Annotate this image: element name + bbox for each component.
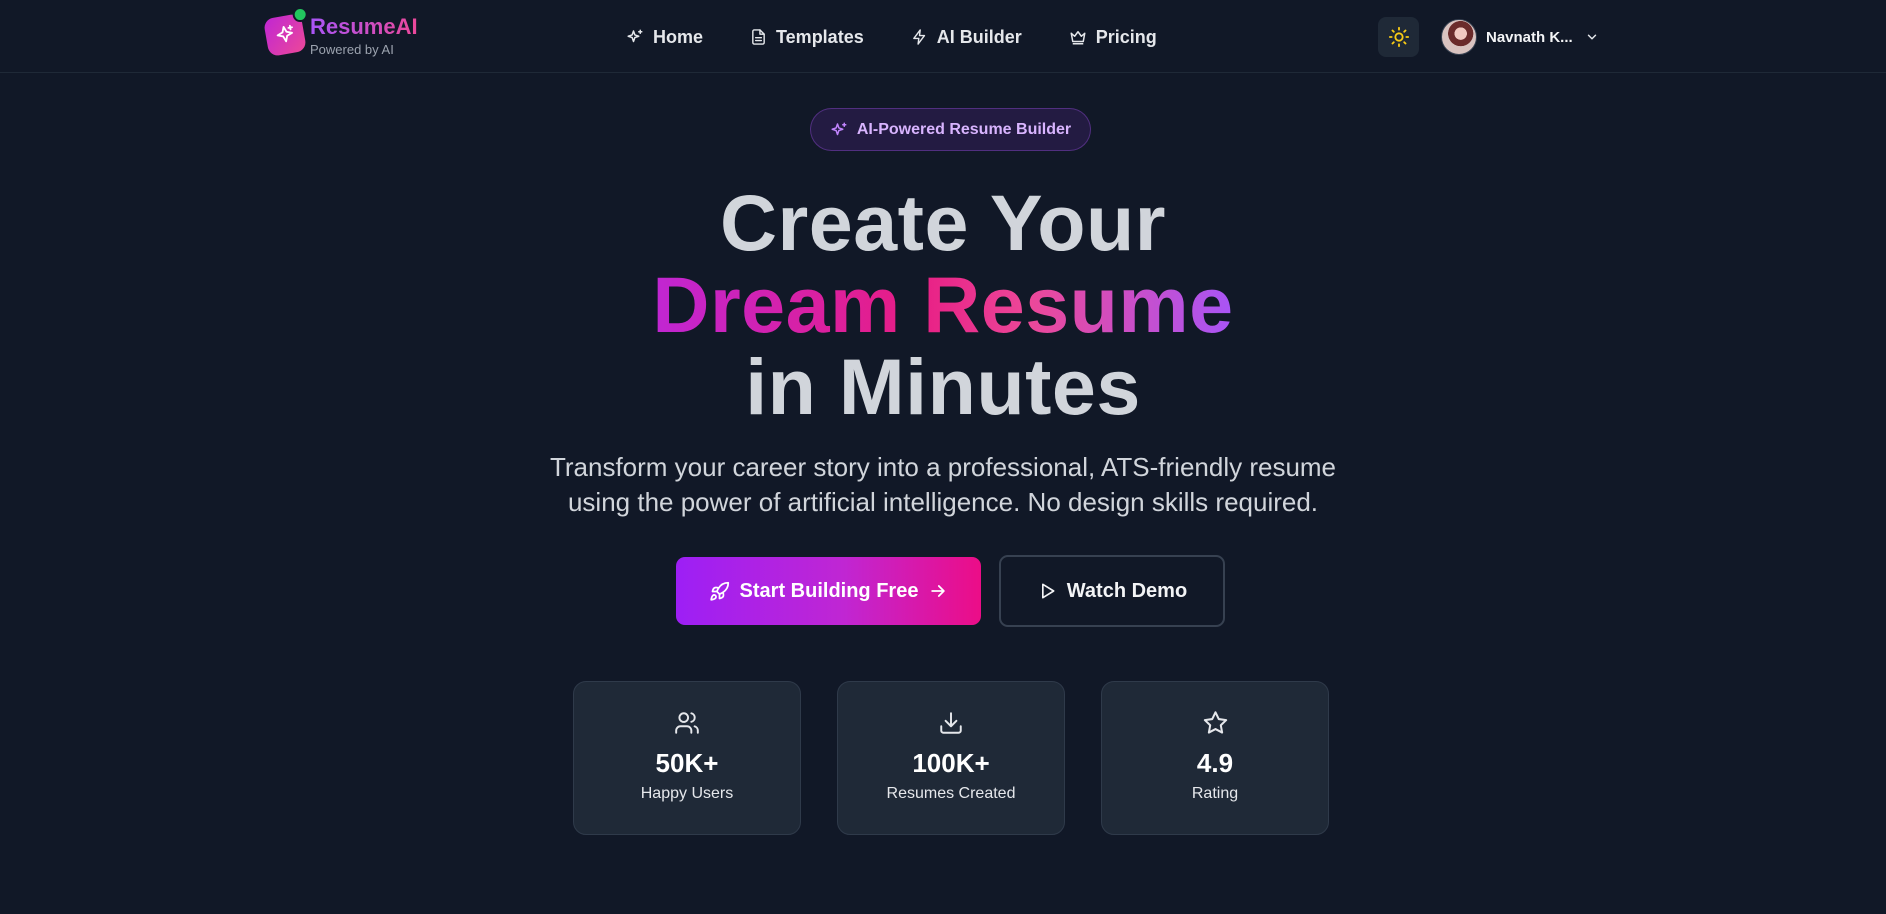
zap-icon	[912, 29, 925, 45]
stat-label: Rating	[1191, 785, 1239, 802]
crown-icon	[1070, 31, 1086, 45]
document-icon	[752, 29, 765, 45]
brand-logo-link[interactable]: ResumeAI Powered by AI	[262, 7, 418, 60]
nav-label-templates: Templates	[776, 26, 864, 47]
stat-label: Resumes Created	[886, 785, 1016, 802]
brand-name: ResumeAI	[310, 14, 418, 39]
rocket-icon	[709, 581, 729, 601]
stat-value: 50K+	[655, 748, 719, 778]
nav-label-pricing: Pricing	[1095, 26, 1157, 47]
nav-label-home: Home	[653, 26, 704, 47]
stat-card-users: 50K+ Happy Users	[573, 681, 801, 835]
sparkles-icon	[627, 29, 643, 43]
arrow-right-icon	[931, 585, 946, 597]
subtitle-line-1: Transform your career story into a profe…	[549, 452, 1337, 482]
online-status-dot	[292, 7, 308, 23]
star-icon	[1203, 711, 1227, 734]
brand-tagline: Powered by AI	[310, 42, 394, 57]
nav-item-pricing[interactable]: Pricing	[1055, 18, 1171, 56]
chevron-down-icon	[1587, 34, 1596, 40]
subtitle-line-2: using the power of artificial intelligen…	[567, 487, 1319, 517]
theme-toggle-button[interactable]	[1378, 17, 1419, 57]
avatar	[1441, 19, 1477, 55]
main-nav: Home Templates AI Builder Pricing	[612, 18, 1171, 56]
user-menu-button[interactable]: Navnath K...	[1441, 18, 1599, 56]
watch-demo-label: Watch Demo	[1066, 579, 1188, 602]
sun-icon	[1388, 26, 1409, 48]
users-icon	[675, 712, 699, 734]
start-building-label: Start Building Free	[739, 579, 919, 602]
sparkles-logo-icon	[262, 7, 308, 58]
watch-demo-button[interactable]: Watch Demo	[999, 555, 1225, 627]
nav-item-home[interactable]: Home	[612, 18, 717, 56]
hero-headline: Create Your Dream Resume in Minutes	[0, 182, 1886, 428]
headline-line-3: in Minutes	[745, 342, 1141, 431]
download-icon	[940, 712, 962, 734]
headline-line-2: Dream Resume	[652, 260, 1234, 349]
stat-label: Happy Users	[640, 785, 734, 802]
start-building-button[interactable]: Start Building Free	[676, 557, 981, 625]
stat-card-resumes: 100K+ Resumes Created	[837, 681, 1065, 835]
play-icon	[1041, 583, 1055, 599]
sparkles-icon	[831, 122, 847, 135]
hero-badge: AI-Powered Resume Builder	[810, 108, 1091, 151]
stat-value: 100K+	[912, 748, 990, 778]
nav-item-templates[interactable]: Templates	[736, 18, 878, 56]
headline-line-1: Create Your	[719, 178, 1167, 267]
nav-label-ai-builder: AI Builder	[936, 26, 1022, 47]
top-navbar: ResumeAI Powered by AI Home Templates AI…	[0, 0, 1886, 73]
hero-subtitle: Transform your career story into a profe…	[0, 450, 1886, 520]
stat-value: 4.9	[1196, 748, 1234, 778]
user-name: Navnath K...	[1486, 28, 1573, 46]
stat-card-rating: 4.9 Rating	[1101, 681, 1329, 835]
nav-item-ai-builder[interactable]: AI Builder	[897, 18, 1036, 56]
hero-badge-label: AI-Powered Resume Builder	[856, 120, 1072, 138]
